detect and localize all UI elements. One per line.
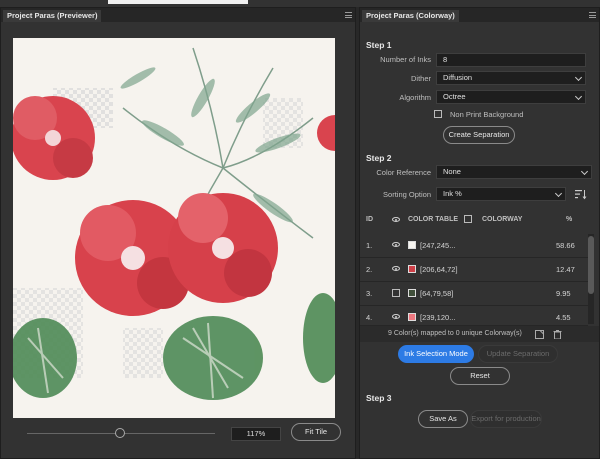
trash-icon[interactable]: [553, 330, 562, 339]
dither-value: Diffusion: [443, 73, 473, 82]
top-strip: [0, 0, 600, 7]
colorway-summary: 9 Color(s) mapped to 0 unique Colorway(s…: [360, 326, 599, 342]
floral-pattern-image: [13, 47, 335, 400]
save-as-button[interactable]: Save As: [418, 410, 468, 428]
pattern-preview[interactable]: [13, 38, 335, 418]
table-row[interactable]: 3. [64,79,58] 9.95: [360, 282, 588, 306]
color-table-header: ID COLOR TABLE COLORWAY %: [360, 215, 599, 232]
algorithm-value: Octree: [443, 92, 466, 101]
color-swatch: [408, 265, 416, 273]
zoom-level-field[interactable]: 117%: [231, 427, 281, 441]
reset-button[interactable]: Reset: [450, 367, 510, 385]
sorting-label: Sorting Option: [383, 190, 431, 199]
eye-icon[interactable]: [392, 242, 400, 247]
summary-text: 9 Color(s) mapped to 0 unique Colorway(s…: [388, 330, 522, 337]
fit-tile-button[interactable]: Fit Tile: [291, 423, 341, 441]
row-percent: 4.55: [556, 313, 571, 322]
algorithm-label: Algorithm: [399, 93, 431, 102]
top-image-edge: [108, 0, 248, 4]
colorway-tabbar: Project Paras (Colorway): [360, 8, 599, 22]
algorithm-select[interactable]: Octree: [436, 90, 586, 104]
chevron-down-icon: [574, 92, 583, 101]
inks-input[interactable]: 8: [436, 53, 586, 67]
step3-heading: Step 3: [366, 393, 392, 403]
table-row[interactable]: 4. [239,120... 4.55: [360, 306, 588, 326]
ink-selection-mode-button[interactable]: Ink Selection Mode: [398, 345, 474, 363]
row-visibility-checkbox[interactable]: [392, 289, 400, 297]
dither-label: Dither: [410, 74, 431, 83]
chevron-down-icon: [554, 189, 563, 198]
row-value: [239,120...: [420, 313, 456, 322]
eye-icon[interactable]: [392, 266, 400, 271]
color-reference-select[interactable]: None: [436, 165, 592, 179]
table-row[interactable]: 1. [247,245... 58.66: [360, 234, 588, 258]
color-swatch: [408, 313, 416, 321]
previewer-footer: 117% Fit Tile: [1, 413, 357, 453]
previewer-tab[interactable]: Project Paras (Previewer): [3, 10, 102, 22]
table-row[interactable]: 2. [206,64,72] 12.47: [360, 258, 588, 282]
previewer-tabbar: Project Paras (Previewer): [1, 8, 355, 22]
nonprint-checkbox[interactable]: [434, 110, 442, 118]
color-reference-label: Color Reference: [376, 168, 431, 177]
panel-menu-icon[interactable]: [589, 12, 596, 18]
scrollbar-thumb[interactable]: [588, 236, 594, 294]
row-id: 1.: [366, 241, 373, 250]
row-id: 4.: [366, 313, 373, 322]
colorway-checkbox[interactable]: [464, 215, 472, 223]
row-value: [206,64,72]: [420, 265, 458, 274]
colorway-tab[interactable]: Project Paras (Colorway): [362, 10, 459, 22]
export-production-button[interactable]: Export for production: [470, 410, 542, 428]
row-percent: 58.66: [556, 241, 575, 250]
new-colorway-icon[interactable]: [535, 330, 544, 339]
col-color-table: COLOR TABLE: [408, 216, 459, 223]
row-value: [247,245...: [420, 241, 456, 250]
row-id: 2.: [366, 265, 373, 274]
table-scrollbar[interactable]: [588, 234, 594, 324]
eye-icon[interactable]: [392, 314, 400, 319]
color-swatch: [408, 241, 416, 249]
color-reference-value: None: [443, 167, 461, 176]
sort-order-icon[interactable]: [575, 189, 587, 200]
col-colorway: COLORWAY: [482, 216, 523, 223]
zoom-slider-knob[interactable]: [115, 428, 125, 438]
color-swatch: [408, 289, 416, 297]
col-id: ID: [366, 216, 373, 223]
sorting-select[interactable]: Ink %: [436, 187, 566, 201]
col-percent: %: [566, 216, 573, 223]
dither-select[interactable]: Diffusion: [436, 71, 586, 85]
row-percent: 9.95: [556, 289, 571, 298]
chevron-down-icon: [574, 73, 583, 82]
row-percent: 12.47: [556, 265, 575, 274]
row-id: 3.: [366, 289, 373, 298]
row-value: [64,79,58]: [420, 289, 454, 298]
previewer-panel: Project Paras (Previewer) 117% Fit Tile: [0, 7, 356, 459]
chevron-down-icon: [580, 167, 589, 176]
panel-menu-icon[interactable]: [345, 12, 352, 18]
create-separation-button[interactable]: Create Separation: [443, 126, 515, 144]
eye-icon[interactable]: [392, 217, 400, 222]
step2-heading: Step 2: [366, 153, 392, 163]
inks-label: Number of Inks: [380, 55, 431, 64]
nonprint-label: Non Print Background: [450, 110, 524, 119]
step1-heading: Step 1: [366, 40, 392, 50]
sorting-value: Ink %: [443, 189, 462, 198]
update-separation-button[interactable]: Update Separation: [478, 345, 558, 363]
colorway-panel: Project Paras (Colorway) Step 1 Number o…: [359, 7, 600, 459]
